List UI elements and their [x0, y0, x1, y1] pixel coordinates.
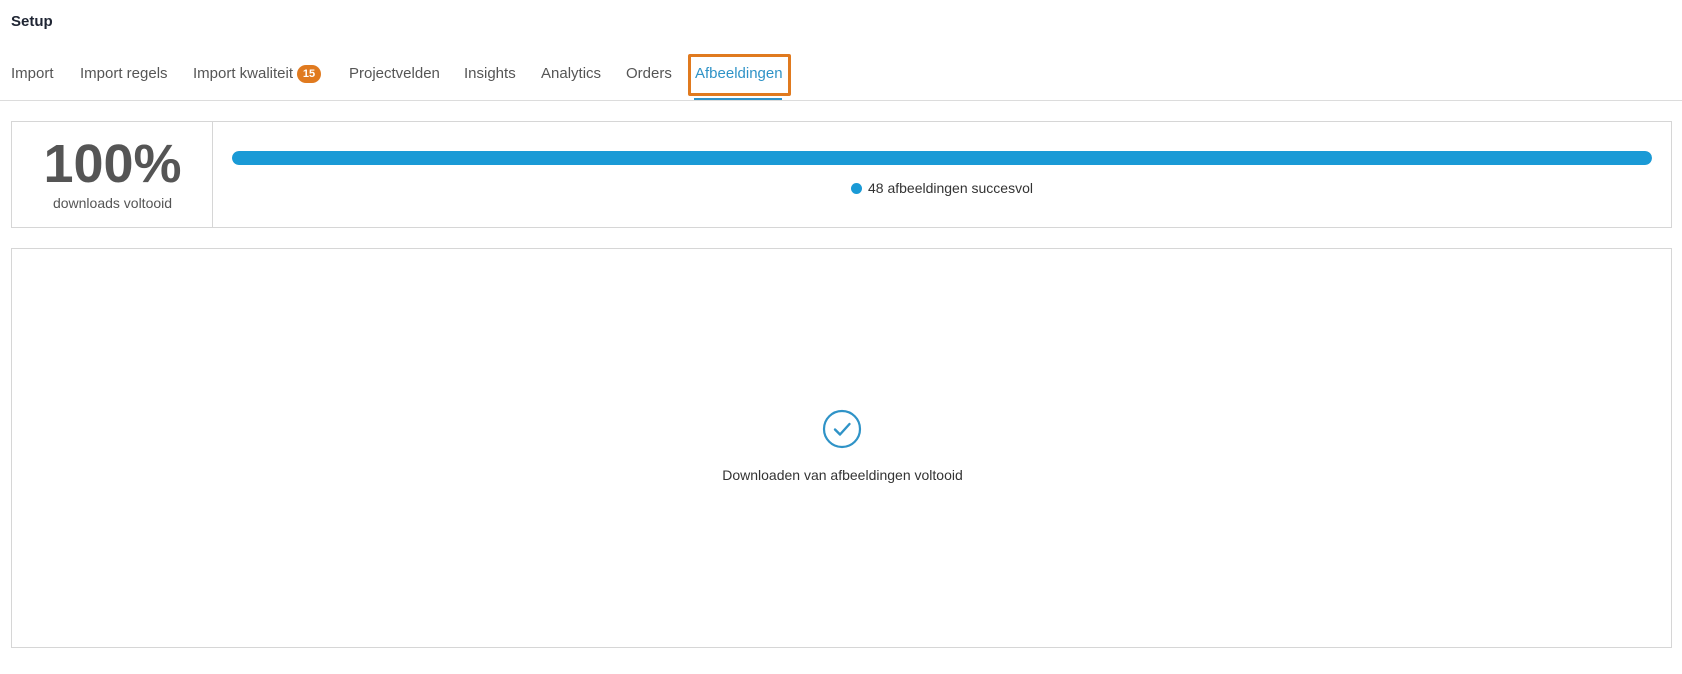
download-stats-panel: 100% downloads voltooid 48 afbeeldingen … [11, 121, 1672, 228]
tab-bar: Import Import regels Import kwaliteit 15 … [0, 54, 1682, 101]
percent-value: 100% [43, 134, 182, 194]
tab-label: Insights [464, 65, 516, 82]
tab-label: Import [11, 65, 54, 82]
check-circle-icon [822, 409, 862, 449]
progress-bar [232, 151, 1652, 165]
progress-fill [232, 151, 1652, 165]
legend-text: 48 afbeeldingen succesvol [867, 180, 1033, 196]
status-message: Downloaden van afbeeldingen voltooid [722, 467, 963, 483]
tab-label: Import kwaliteit [193, 65, 294, 82]
percent-label: downloads voltooid [52, 195, 173, 211]
tab-label: Analytics [541, 65, 602, 82]
tab-import[interactable]: Import [11, 65, 54, 91]
tab-label: Afbeeldingen [695, 65, 783, 82]
tab-label: Projectvelden [349, 65, 440, 82]
tab-import-regels[interactable]: Import regels [80, 65, 168, 91]
count-badge: 15 [297, 65, 322, 83]
tab-label: Orders [626, 65, 672, 82]
tab-import-kwaliteit[interactable]: Import kwaliteit 15 [193, 65, 322, 91]
tab-orders[interactable]: Orders [626, 65, 672, 91]
active-tab-indicator [694, 98, 782, 100]
tab-afbeeldingen[interactable]: Afbeeldingen [695, 65, 783, 91]
tab-projectvelden[interactable]: Projectvelden [349, 65, 440, 91]
percent-box: 100% downloads voltooid [12, 122, 213, 227]
progress-legend: 48 afbeeldingen succesvol [232, 180, 1652, 196]
page-title: Setup [11, 13, 53, 30]
tab-insights[interactable]: Insights [464, 65, 516, 91]
download-status-panel: Downloaden van afbeeldingen voltooid [11, 248, 1672, 648]
legend-dot-icon [850, 183, 862, 194]
tab-label: Import regels [80, 65, 168, 82]
tab-analytics[interactable]: Analytics [541, 65, 601, 91]
